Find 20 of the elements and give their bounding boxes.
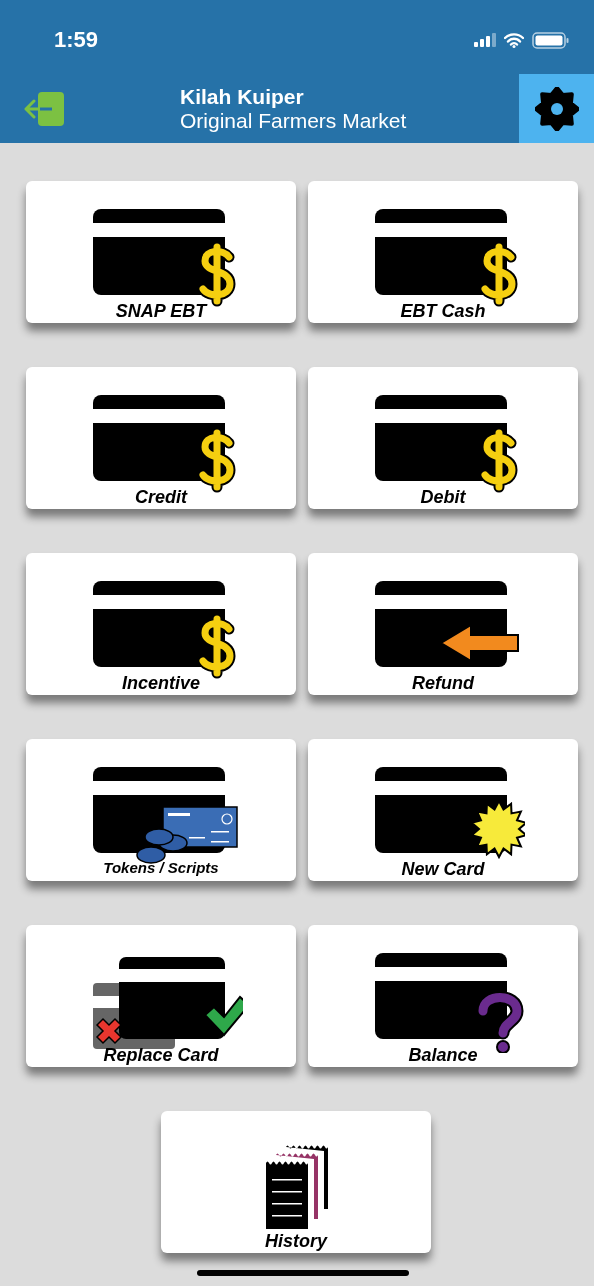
payment-tile[interactable]: New Card: [308, 739, 578, 881]
payment-tile[interactable]: SNAP EBT: [26, 181, 296, 323]
history-tile[interactable]: History: [161, 1111, 431, 1253]
payment-tile[interactable]: Credit: [26, 367, 296, 509]
market-name: Original Farmers Market: [180, 108, 408, 133]
signal-icon: [474, 33, 496, 47]
exit-arrow-icon: [24, 91, 66, 126]
payment-tile[interactable]: Tokens / Scripts: [26, 739, 296, 881]
payment-tile[interactable]: EBT Cash: [308, 181, 578, 323]
battery-icon: [532, 31, 570, 49]
payment-tile[interactable]: Refund: [308, 553, 578, 695]
payment-tile[interactable]: Replace Card: [26, 925, 296, 1067]
payment-tile[interactable]: Debit: [308, 367, 578, 509]
payment-tile[interactable]: Balance: [308, 925, 578, 1067]
status-time: 1:59: [54, 27, 99, 53]
wifi-icon: [504, 32, 524, 48]
user-name: Kilah Kuiper: [180, 84, 305, 109]
settings-icon: [534, 86, 579, 131]
payment-tile[interactable]: Incentive: [26, 553, 296, 695]
settings-button[interactable]: [519, 74, 594, 143]
